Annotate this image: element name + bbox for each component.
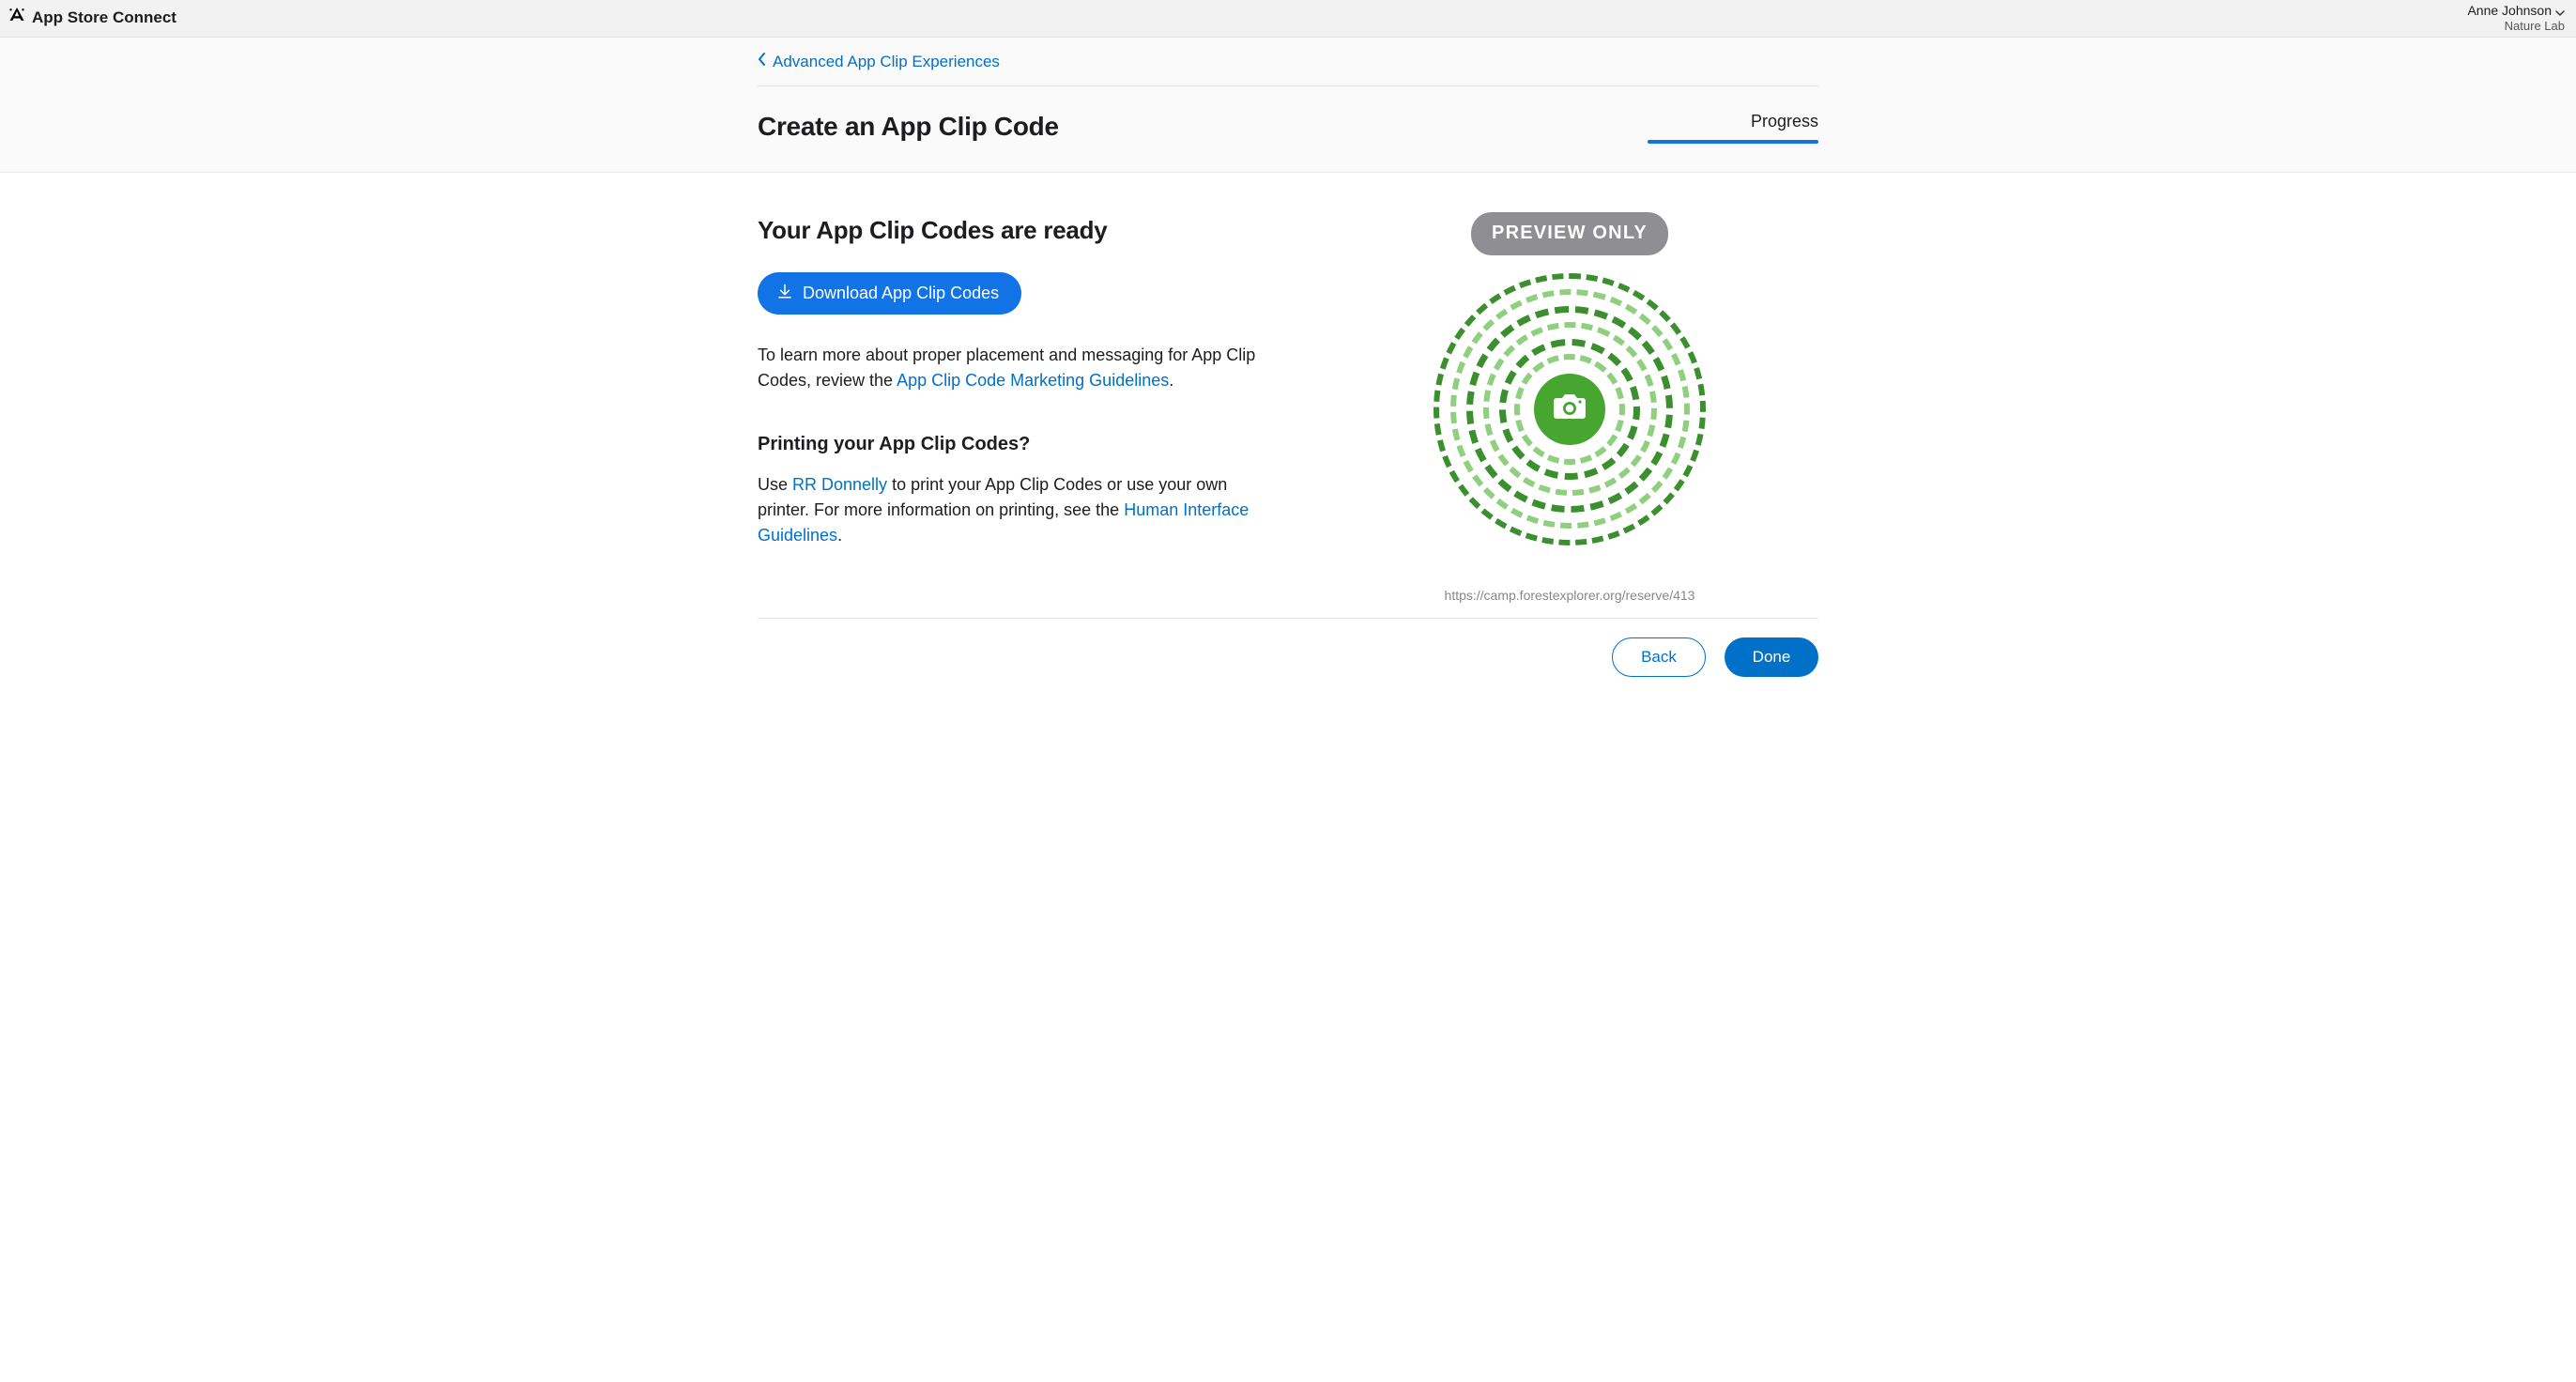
rr-donnelly-link[interactable]: RR Donnelly [792,475,887,494]
printing-heading: Printing your App Clip Codes? [758,431,1283,458]
brand-label: App Store Connect [32,7,176,30]
download-label: Download App Clip Codes [803,284,999,303]
app-clip-code-preview [1429,269,1710,550]
user-menu[interactable]: Anne Johnson Nature Lab [2467,3,2565,35]
breadcrumb-link[interactable]: Advanced App Clip Experiences [773,51,1000,74]
main-content: Your App Clip Codes are ready Download A… [0,173,2576,705]
back-button[interactable]: Back [1612,637,1706,677]
preview-badge: PREVIEW ONLY [1471,212,1668,254]
top-bar: App Store Connect Anne Johnson Nature La… [0,0,2576,38]
printing-text: Use RR Donnelly to print your App Clip C… [758,472,1283,548]
user-name-label: Anne Johnson [2467,3,2552,20]
learn-more-text: To learn more about proper placement and… [758,343,1283,393]
ready-title: Your App Clip Codes are ready [758,212,1283,248]
download-icon [776,283,793,304]
done-button[interactable]: Done [1725,637,1818,677]
user-org-label: Nature Lab [2467,19,2565,34]
chevron-down-icon [2555,6,2565,15]
page-title: Create an App Clip Code [758,107,1059,146]
preview-url: https://camp.forestexplorer.org/reserve/… [1445,586,1695,606]
left-column: Your App Clip Codes are ready Download A… [758,212,1283,605]
learn-more-post: . [1169,371,1173,390]
right-column: PREVIEW ONLY https://camp.forestexplorer… [1321,212,1818,605]
title-row: Create an App Clip Code Progress [758,86,1818,172]
download-button[interactable]: Download App Clip Codes [758,272,1021,315]
sub-header: Advanced App Clip Experiences Create an … [0,38,2576,173]
printing-pre: Use [758,475,792,494]
app-store-connect-icon [8,6,26,32]
footer-bar: Back Done [758,618,1818,705]
breadcrumb[interactable]: Advanced App Clip Experiences [758,38,1818,86]
progress-bar [1648,140,1818,144]
camera-icon [1551,390,1588,429]
progress-indicator: Progress [1648,109,1818,143]
chevron-left-icon [758,51,767,74]
printing-post: . [837,526,842,545]
progress-label: Progress [1648,109,1818,133]
marketing-guidelines-link[interactable]: App Clip Code Marketing Guidelines [897,371,1169,390]
brand[interactable]: App Store Connect [8,6,176,32]
clip-center [1534,374,1605,445]
